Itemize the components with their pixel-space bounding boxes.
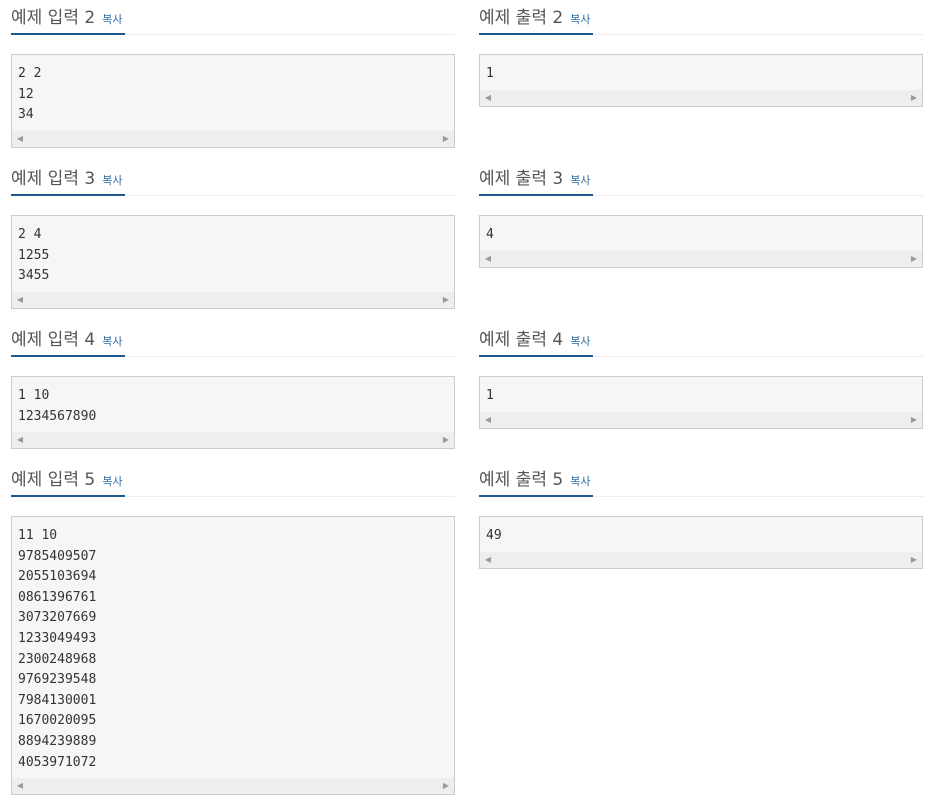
headline-underline: 예제 출력 2 복사 [479, 1, 593, 35]
copy-input-2-link[interactable]: 복사 [102, 13, 122, 26]
sample-output-2-box[interactable]: 1 ◀ ▶ [479, 54, 923, 107]
sample-output-3-headline: 예제 출력 3 복사 [479, 161, 923, 196]
sample-input-5-title: 예제 입력 5 [11, 470, 96, 490]
sample-input-2-headline: 예제 입력 2 복사 [11, 0, 455, 35]
scroll-right-arrow-icon[interactable]: ▶ [439, 292, 453, 308]
sample-output-5-text: 49 [486, 528, 502, 543]
sample-input-2-section: 예제 입력 2 복사 2 2 12 34 ◀ ▶ [11, 0, 455, 148]
scroll-right-arrow-icon[interactable]: ▶ [439, 131, 453, 147]
sample-input-3-section: 예제 입력 3 복사 2 4 1255 3455 ◀ ▶ [11, 161, 455, 309]
horizontal-scrollbar[interactable]: ◀ ▶ [480, 251, 922, 267]
horizontal-scrollbar[interactable]: ◀ ▶ [12, 778, 454, 794]
sample-input-4-box[interactable]: 1 10 1234567890 ◀ ▶ [11, 376, 455, 449]
copy-output-4-link[interactable]: 복사 [570, 335, 590, 348]
scroll-right-arrow-icon[interactable]: ▶ [907, 412, 921, 428]
sample-output-2-text: 1 [486, 66, 494, 81]
horizontal-scrollbar[interactable]: ◀ ▶ [480, 412, 922, 428]
headline-underline: 예제 입력 5 복사 [11, 463, 125, 497]
sample-output-4-text: 1 [486, 388, 494, 403]
sample-output-3-title: 예제 출력 3 [479, 169, 564, 189]
sample-output-4-headline: 예제 출력 4 복사 [479, 322, 923, 357]
sample-input-2-title: 예제 입력 2 [11, 8, 96, 28]
headline-underline: 예제 입력 2 복사 [11, 1, 125, 35]
sample-input-2-text: 2 2 12 34 [18, 66, 42, 123]
headline-underline: 예제 입력 4 복사 [11, 323, 125, 357]
sample-input-3-box[interactable]: 2 4 1255 3455 ◀ ▶ [11, 215, 455, 309]
sample-input-4-section: 예제 입력 4 복사 1 10 1234567890 ◀ ▶ [11, 322, 455, 449]
scroll-left-arrow-icon[interactable]: ◀ [481, 90, 495, 106]
horizontal-scrollbar[interactable]: ◀ ▶ [12, 432, 454, 448]
sample-io-page: 예제 입력 2 복사 2 2 12 34 ◀ ▶ 예제 출력 2 복사 1 ◀ … [0, 0, 928, 807]
copy-input-5-link[interactable]: 복사 [102, 475, 122, 488]
sample-output-5-headline: 예제 출력 5 복사 [479, 462, 923, 497]
sample-input-4-text: 1 10 1234567890 [18, 388, 97, 424]
sample-input-5-headline: 예제 입력 5 복사 [11, 462, 455, 497]
headline-underline: 예제 출력 5 복사 [479, 463, 593, 497]
scroll-right-arrow-icon[interactable]: ▶ [907, 552, 921, 568]
scroll-right-arrow-icon[interactable]: ▶ [439, 778, 453, 794]
horizontal-scrollbar[interactable]: ◀ ▶ [480, 90, 922, 106]
sample-input-5-section: 예제 입력 5 복사 11 10 9785409507 2055103694 0… [11, 462, 455, 795]
horizontal-scrollbar[interactable]: ◀ ▶ [12, 292, 454, 308]
sample-input-5-text: 11 10 9785409507 2055103694 0861396761 3… [18, 528, 97, 770]
sample-input-4-title: 예제 입력 4 [11, 330, 96, 350]
sample-output-5-title: 예제 출력 5 [479, 470, 564, 490]
sample-output-2-section: 예제 출력 2 복사 1 ◀ ▶ [479, 0, 923, 107]
scroll-left-arrow-icon[interactable]: ◀ [13, 131, 27, 147]
scroll-right-arrow-icon[interactable]: ▶ [907, 90, 921, 106]
sample-input-3-title: 예제 입력 3 [11, 169, 96, 189]
sample-output-5-section: 예제 출력 5 복사 49 ◀ ▶ [479, 462, 923, 569]
headline-underline: 예제 입력 3 복사 [11, 162, 125, 196]
sample-output-4-title: 예제 출력 4 [479, 330, 564, 350]
sample-input-2-box[interactable]: 2 2 12 34 ◀ ▶ [11, 54, 455, 148]
sample-input-3-text: 2 4 1255 3455 [18, 227, 50, 284]
sample-output-2-headline: 예제 출력 2 복사 [479, 0, 923, 35]
sample-input-3-headline: 예제 입력 3 복사 [11, 161, 455, 196]
copy-output-5-link[interactable]: 복사 [570, 475, 590, 488]
sample-output-4-section: 예제 출력 4 복사 1 ◀ ▶ [479, 322, 923, 429]
copy-input-4-link[interactable]: 복사 [102, 335, 122, 348]
sample-output-4-box[interactable]: 1 ◀ ▶ [479, 376, 923, 429]
scroll-right-arrow-icon[interactable]: ▶ [907, 251, 921, 267]
copy-input-3-link[interactable]: 복사 [102, 174, 122, 187]
scroll-left-arrow-icon[interactable]: ◀ [13, 292, 27, 308]
sample-input-4-headline: 예제 입력 4 복사 [11, 322, 455, 357]
scroll-left-arrow-icon[interactable]: ◀ [13, 778, 27, 794]
copy-output-2-link[interactable]: 복사 [570, 13, 590, 26]
scroll-left-arrow-icon[interactable]: ◀ [481, 412, 495, 428]
sample-output-2-title: 예제 출력 2 [479, 8, 564, 28]
sample-output-3-text: 4 [486, 227, 494, 242]
sample-output-5-box[interactable]: 49 ◀ ▶ [479, 516, 923, 569]
headline-underline: 예제 출력 3 복사 [479, 162, 593, 196]
horizontal-scrollbar[interactable]: ◀ ▶ [12, 131, 454, 147]
scroll-left-arrow-icon[interactable]: ◀ [13, 432, 27, 448]
scroll-left-arrow-icon[interactable]: ◀ [481, 552, 495, 568]
sample-output-3-section: 예제 출력 3 복사 4 ◀ ▶ [479, 161, 923, 268]
copy-output-3-link[interactable]: 복사 [570, 174, 590, 187]
scroll-left-arrow-icon[interactable]: ◀ [481, 251, 495, 267]
scroll-right-arrow-icon[interactable]: ▶ [439, 432, 453, 448]
horizontal-scrollbar[interactable]: ◀ ▶ [480, 552, 922, 568]
sample-output-3-box[interactable]: 4 ◀ ▶ [479, 215, 923, 268]
headline-underline: 예제 출력 4 복사 [479, 323, 593, 357]
sample-input-5-box[interactable]: 11 10 9785409507 2055103694 0861396761 3… [11, 516, 455, 795]
